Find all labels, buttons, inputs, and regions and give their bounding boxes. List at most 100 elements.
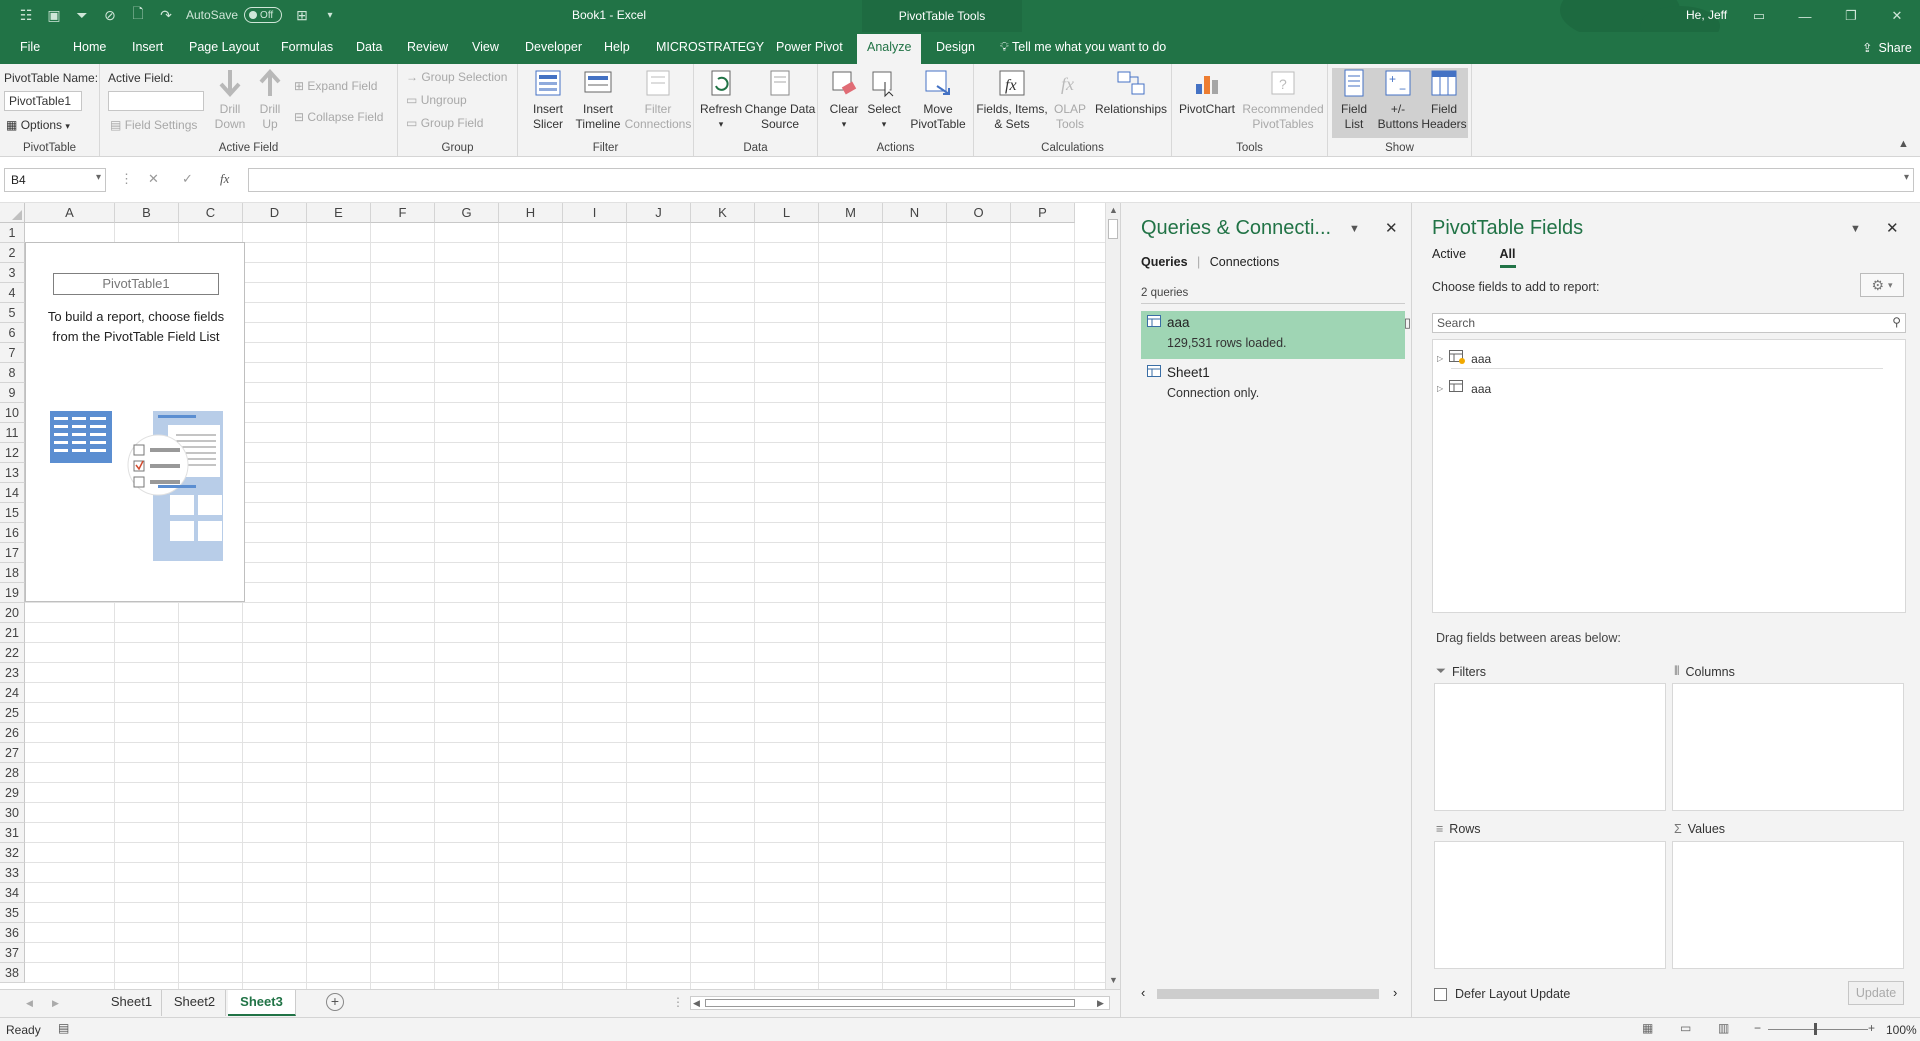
row-header[interactable]: 20 [0,603,25,623]
tab-analyze[interactable]: Analyze [857,34,922,64]
save-icon[interactable]: ▣ [46,7,62,23]
row-header[interactable]: 34 [0,883,25,903]
autosave-control[interactable]: AutoSave Off [186,7,283,23]
filter-connections-button[interactable]: Filter Connections [624,68,692,132]
column-header[interactable]: E [307,203,371,223]
row-header[interactable]: 28 [0,763,25,783]
row-header[interactable]: 13 [0,463,25,483]
close-pane-icon[interactable]: ✕ [1886,219,1899,237]
zoom-slider-thumb[interactable] [1814,1023,1817,1035]
row-header[interactable]: 23 [0,663,25,683]
tab-data[interactable]: Data [356,40,382,54]
name-box[interactable]: B4 ▾ [4,168,106,192]
customize-qat-icon[interactable]: ▾ [322,7,338,23]
row-header[interactable]: 22 [0,643,25,663]
app-menu-icon[interactable]: ☷ [18,7,34,23]
column-header[interactable]: G [435,203,499,223]
move-pivottable-button[interactable]: Move PivotTable [906,68,970,132]
autosave-toggle[interactable]: Off [244,7,283,23]
row-header[interactable]: 25 [0,703,25,723]
tab-review[interactable]: Review [407,40,448,54]
row-header[interactable]: 30 [0,803,25,823]
change-data-source-button[interactable]: Change Data Source [744,68,816,132]
column-header[interactable]: P [1011,203,1075,223]
tab-home[interactable]: Home [73,40,106,54]
field-headers-button[interactable]: Field Headers [1420,68,1468,132]
field-settings-button[interactable]: ▤ Field Settings [110,118,197,132]
insert-slicer-button[interactable]: Insert Slicer [524,68,572,132]
tab-page-layout[interactable]: Page Layout [189,40,259,54]
column-header[interactable]: L [755,203,819,223]
update-button[interactable]: Update [1848,981,1904,1005]
column-header[interactable]: D [243,203,307,223]
cancel-icon[interactable]: ✕ [148,171,159,187]
row-header[interactable]: 9 [0,383,25,403]
tab-formulas[interactable]: Formulas [281,40,333,54]
column-header[interactable]: J [627,203,691,223]
pane-options-icon[interactable]: ▼ [1850,223,1861,235]
active-field-input[interactable] [108,91,204,111]
page-break-view-icon[interactable]: ▥ [1718,1021,1729,1035]
filter-icon[interactable]: ⏷ [74,7,90,23]
tab-insert[interactable]: Insert [132,40,163,54]
minimize-icon[interactable]: — [1782,0,1828,32]
row-header[interactable]: 17 [0,543,25,563]
row-header[interactable]: 7 [0,343,25,363]
splitter-icon[interactable]: ⋮ [672,995,684,1009]
row-header[interactable]: 11 [0,423,25,443]
column-header[interactable]: O [947,203,1011,223]
scroll-thumb[interactable] [1157,989,1379,999]
tab-active[interactable]: Active [1432,247,1466,261]
row-header[interactable]: 19 [0,583,25,603]
collapse-ribbon-icon[interactable]: ▲ [1898,138,1909,150]
tab-queries[interactable]: Queries [1141,255,1188,269]
field-search-input[interactable]: Search ⚲ [1432,313,1906,333]
defer-layout-update[interactable]: Defer Layout Update [1434,987,1570,1001]
macro-record-icon[interactable]: ▤ [58,1021,69,1035]
row-header[interactable]: 1 [0,223,25,243]
formula-input[interactable]: ▾ [248,168,1914,192]
row-header[interactable]: 6 [0,323,25,343]
row-header[interactable]: 10 [0,403,25,423]
vertical-scrollbar[interactable]: ▲ ▼ [1105,203,1120,989]
row-header[interactable]: 31 [0,823,25,843]
field-list-button[interactable]: Field List [1334,68,1374,132]
row-header[interactable]: 3 [0,263,25,283]
defer-checkbox[interactable] [1434,987,1447,1001]
recommended-pivottables-button[interactable]: ? Recommended PivotTables [1240,68,1326,132]
row-header[interactable]: 32 [0,843,25,863]
row-header[interactable]: 14 [0,483,25,503]
sheet-tab[interactable]: Sheet2 [164,990,226,1016]
scroll-thumb[interactable] [705,999,1075,1007]
columns-drop-area[interactable] [1672,683,1904,811]
column-header[interactable]: N [883,203,947,223]
insert-timeline-button[interactable]: Insert Timeline [572,68,624,132]
group-selection-button[interactable]: → Group Selection [406,70,507,84]
row-header[interactable]: 27 [0,743,25,763]
close-pane-icon[interactable]: ✕ [1385,219,1398,237]
scroll-left-icon[interactable]: ◀ [693,998,700,1009]
page-layout-view-icon[interactable]: ▭ [1680,1021,1691,1035]
clear-button[interactable]: Clear ▾ [824,68,864,132]
expand-triangle-icon[interactable]: ▷ [1437,354,1443,363]
column-header[interactable]: C [179,203,243,223]
tell-me-box[interactable]: 💡︎ Tell me what you want to do [1000,40,1166,55]
column-header[interactable]: M [819,203,883,223]
chevron-down-icon[interactable]: ▾ [96,172,101,183]
refresh-button[interactable]: Refresh ▾ [698,68,744,132]
rows-drop-area[interactable] [1434,841,1666,969]
tab-developer[interactable]: Developer [525,40,582,54]
tab-microstrategy[interactable]: MICROSTRATEGY [656,40,764,54]
row-header[interactable]: 36 [0,923,25,943]
clear-filter-icon[interactable]: ⊘ [102,7,118,23]
restore-icon[interactable]: ❐ [1828,0,1874,32]
query-item[interactable]: Sheet1 Connection only. [1141,361,1405,409]
scroll-left-icon[interactable]: ‹ [1141,985,1145,1000]
prev-sheet-icon[interactable]: ◀ [26,998,33,1009]
pivotchart-button[interactable]: PivotChart [1176,68,1238,117]
column-header[interactable]: F [371,203,435,223]
options-button[interactable]: ▦ Options ▾ [6,118,70,132]
field-table-row[interactable]: ▷ aaa [1437,380,1491,397]
select-button[interactable]: Select ▾ [864,68,904,132]
scroll-right-icon[interactable]: › [1393,985,1397,1000]
